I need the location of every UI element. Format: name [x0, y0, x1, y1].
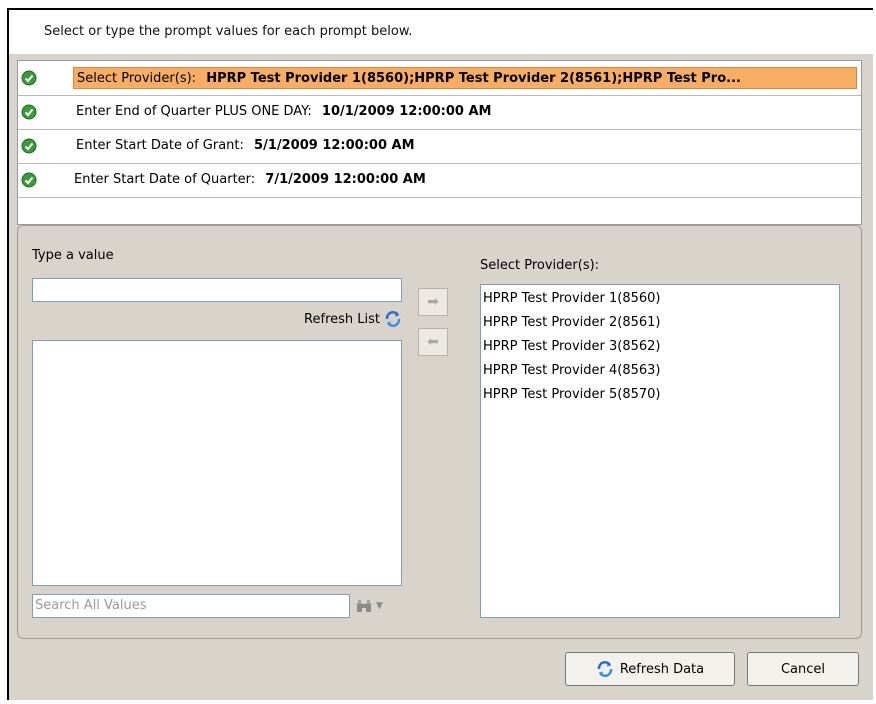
prompt-label: Enter Start Date of Grant: [76, 138, 244, 153]
type-value-label: Type a value [32, 248, 114, 263]
refresh-data-button[interactable]: Refresh Data [565, 652, 735, 686]
search-placeholder: Search All Values [35, 598, 147, 613]
instructions-bar: Select or type the prompt values for eac… [9, 10, 873, 55]
binoculars-icon [357, 600, 371, 612]
double-arrow-left-icon: ⬅ [427, 334, 439, 350]
check-icon [21, 70, 37, 86]
refresh-icon [597, 661, 613, 677]
check-icon [21, 138, 37, 154]
check-icon [21, 172, 37, 188]
prompt-row-select-providers[interactable]: Select Provider(s): HPRP Test Provider 1… [18, 61, 861, 96]
list-item[interactable]: HPRP Test Provider 2(8561) [481, 311, 839, 335]
selected-values-label: Select Provider(s): [480, 258, 600, 273]
refresh-list-link[interactable]: Refresh List [278, 310, 402, 330]
prompt-content: Enter Start Date of Grant: 5/1/2009 12:0… [73, 135, 857, 157]
prompt-content: Enter End of Quarter PLUS ONE DAY: 10/1/… [73, 101, 857, 123]
refresh-list-label: Refresh List [304, 311, 380, 327]
prompt-content: Enter Start Date of Quarter: 7/1/2009 12… [71, 169, 857, 191]
list-item[interactable]: HPRP Test Provider 5(8570) [481, 383, 839, 407]
prompts-dialog: Select or type the prompt values for eac… [7, 8, 873, 700]
search-button[interactable]: ▼ [356, 596, 392, 616]
selected-values-list[interactable]: HPRP Test Provider 1(8560) HPRP Test Pro… [480, 284, 840, 618]
search-input[interactable]: Search All Values [32, 594, 350, 618]
refresh-icon [385, 311, 401, 327]
prompt-label: Enter End of Quarter PLUS ONE DAY: [76, 104, 312, 119]
prompt-row-end-of-quarter[interactable]: Enter End of Quarter PLUS ONE DAY: 10/1/… [18, 95, 861, 130]
add-value-button[interactable]: ➡ [418, 288, 448, 316]
prompt-row-start-date-grant[interactable]: Enter Start Date of Grant: 5/1/2009 12:0… [18, 129, 861, 164]
prompt-value: 7/1/2009 12:00:00 AM [265, 172, 426, 187]
prompt-value: 5/1/2009 12:00:00 AM [254, 138, 415, 153]
double-arrow-right-icon: ➡ [427, 294, 439, 310]
instructions-text: Select or type the prompt values for eac… [44, 24, 413, 39]
chevron-down-icon: ▼ [376, 601, 383, 611]
prompt-value-group: Type a value Refresh List Search All Val… [17, 225, 862, 639]
available-values-list[interactable] [32, 340, 402, 586]
prompt-row-start-date-quarter[interactable]: Enter Start Date of Quarter: 7/1/2009 12… [18, 163, 861, 198]
refresh-data-label: Refresh Data [619, 661, 705, 677]
list-item[interactable]: HPRP Test Provider 4(8563) [481, 359, 839, 383]
type-value-input[interactable] [32, 278, 402, 302]
prompt-list: Select Provider(s): HPRP Test Provider 1… [17, 60, 862, 225]
list-item[interactable]: HPRP Test Provider 3(8562) [481, 335, 839, 359]
prompt-content: Select Provider(s): HPRP Test Provider 1… [73, 67, 857, 89]
check-icon [21, 104, 37, 120]
prompt-label: Select Provider(s): [77, 71, 197, 86]
list-item[interactable]: HPRP Test Provider 1(8560) [481, 287, 839, 311]
prompt-label: Enter Start Date of Quarter: [74, 172, 256, 187]
remove-value-button[interactable]: ⬅ [418, 328, 448, 356]
cancel-label: Cancel [780, 661, 826, 677]
prompt-value: 10/1/2009 12:00:00 AM [321, 104, 492, 119]
cancel-button[interactable]: Cancel [747, 652, 859, 686]
prompt-value: HPRP Test Provider 1(8560);HPRP Test Pro… [206, 71, 741, 86]
